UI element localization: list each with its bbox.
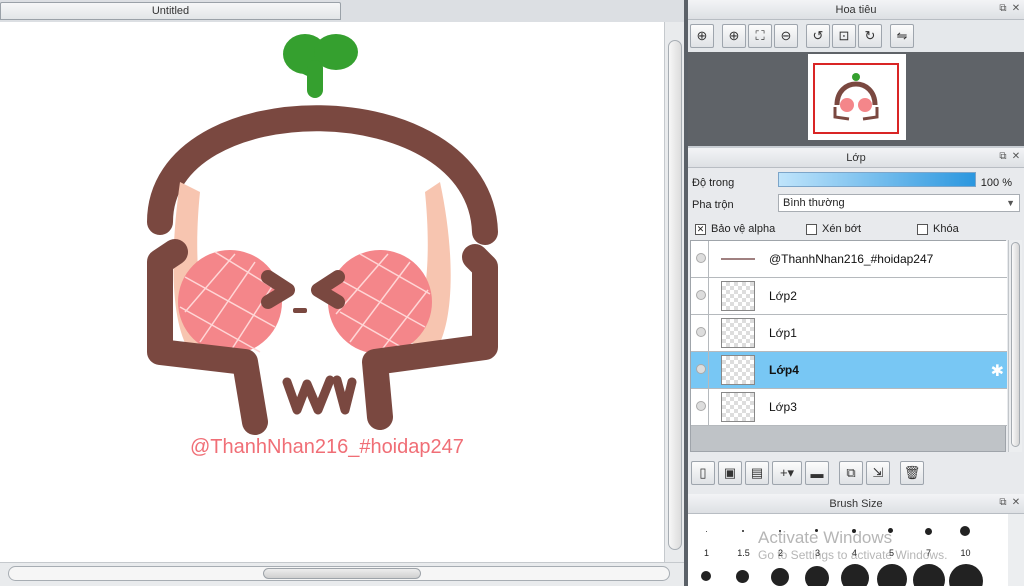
layer-panel-title: Lớp [846,152,866,164]
horizontal-scroll-track[interactable] [8,566,670,581]
fit-frame-icon[interactable]: ⊡ [832,24,856,48]
layer-thumbnail [721,258,755,260]
blend-mode-select[interactable]: Bình thường ▼ [778,194,1020,212]
clipping-checkbox[interactable]: Xén bớt [806,223,861,235]
rotate-left-icon[interactable]: ↺ [806,24,830,48]
checkbox-icon [806,223,817,235]
layer-list: @ThanhNhan216_#hoidap247 Lớp2 Lớp1 Lớp4 … [690,240,1007,452]
close-icon[interactable]: ✕ [1011,152,1021,162]
canvas-horizontal-scrollbar[interactable] [0,562,684,586]
canvas-vertical-scrollbar[interactable] [664,22,684,562]
layer-panel: Lớp ⧉ ✕ Độ trong 100 % Pha trộn Bình thườ… [688,148,1024,494]
brush-header: Brush Size ⧉ ✕ [688,494,1024,514]
layer-row[interactable]: Lớp3 [691,389,1007,426]
clipping-label: Xén bớt [822,223,862,235]
watermark-title: Activate Windows [758,528,893,547]
layer-row[interactable]: @ThanhNhan216_#hoidap247 [691,241,1007,278]
opacity-row: Độ trong 100 % [688,172,1024,194]
lock-checkbox[interactable]: Khóa [917,223,959,235]
gear-icon[interactable]: ✱ [991,361,1004,381]
layer-name: Lớp1 [769,326,797,340]
blend-label: Pha trộn [692,199,734,211]
layer-thumbnail [721,281,755,311]
merge-layer-icon[interactable]: ⇲ [866,461,890,485]
add-layer-menu-icon[interactable]: +▾ [772,461,802,485]
blend-value: Bình thường [783,197,845,209]
layer-scroll-thumb[interactable] [1011,242,1020,447]
visibility-toggle[interactable] [696,253,706,263]
layer-name: Lớp4 [769,363,799,377]
undock-icon[interactable]: ⧉ [998,498,1008,508]
layer-list-scrollbar[interactable] [1008,240,1022,452]
watermark-subtitle: Go to Settings to activate Windows. [758,548,948,562]
protect-alpha-label: Bảo vệ alpha [711,223,776,235]
artwork [147,34,498,435]
trash-icon[interactable]: 🗑 [900,461,924,485]
fit-icon[interactable]: ⛶ [748,24,772,48]
canvas-area: Untitled @ThanhNhan216_#hoidap247 [0,0,684,586]
close-icon[interactable]: ✕ [1011,498,1021,508]
blend-row: Pha trộn Bình thường ▼ [688,194,1024,216]
zoom-fit-icon[interactable]: ⊕ [690,24,714,48]
brush-scrollbar[interactable] [1008,514,1024,586]
protect-alpha-checkbox[interactable]: ✕ Bảo vệ alpha [695,223,775,235]
layer-row-selected[interactable]: Lớp4 ✱ [691,352,1007,389]
visibility-toggle[interactable] [696,364,706,374]
rotate-right-icon[interactable]: ↻ [858,24,882,48]
visibility-toggle[interactable] [696,401,706,411]
zoom-in-icon[interactable]: ⊕ [722,24,746,48]
opacity-value: 100 % [980,177,1012,189]
opacity-slider[interactable] [778,172,976,187]
layer-name: @ThanhNhan216_#hoidap247 [769,252,934,266]
drawing-canvas[interactable]: @ThanhNhan216_#hoidap247 [0,22,664,562]
flip-icon[interactable]: ⇋ [890,24,914,48]
duplicate-layer-icon[interactable]: ⧉ [839,461,863,485]
visibility-toggle[interactable] [696,327,706,337]
folder-icon[interactable]: ▬ [805,461,829,485]
visibility-toggle[interactable] [696,290,706,300]
opacity-label: Độ trong [692,177,735,189]
lock-label: Khóa [933,223,959,235]
brush-size-option[interactable]: 1 [688,514,725,586]
layer-header: Lớp ⧉ ✕ [688,148,1024,168]
layer-thumbnail [721,392,755,422]
layer-thumbnail [721,318,755,348]
new-layer-icon[interactable]: ▯ [691,461,715,485]
horizontal-scroll-thumb[interactable] [263,568,421,579]
activation-watermark: Activate Windows Go to Settings to activ… [758,528,947,562]
navigator-toolbar: ⊕ ⊕ ⛶ ⊖ ↺ ⊡ ↻ ⇋ [688,20,1024,52]
undock-icon[interactable]: ⧉ [998,4,1008,14]
chevron-down-icon: ▼ [1006,198,1015,208]
new-vector-layer-icon[interactable]: ▤ [745,461,769,485]
undock-icon[interactable]: ⧉ [998,152,1008,162]
layer-options-row: ✕ Bảo vệ alpha Xén bớt Khóa [688,218,1024,240]
checkbox-icon [917,223,928,235]
brush-size-option[interactable]: 10 [947,514,984,586]
layer-name: Lớp3 [769,400,797,414]
view-frame[interactable] [813,63,899,134]
vertical-scroll-thumb[interactable] [668,40,682,550]
navigator-header: Hoa tiêu ⧉ ✕ [688,0,1024,20]
brush-panel-title: Brush Size [829,498,883,510]
credit-text: @ThanhNhan216_#hoidap247 [190,436,464,458]
navigator-thumbnail [808,54,906,140]
new-raster-layer-icon[interactable]: ▣ [718,461,742,485]
layer-row[interactable]: Lớp1 [691,315,1007,352]
navigator-preview[interactable] [688,52,1024,146]
layer-thumbnail [721,355,755,385]
document-tab[interactable]: Untitled [0,2,341,20]
layer-name: Lớp2 [769,289,797,303]
navigator-panel: Hoa tiêu ⧉ ✕ ⊕ ⊕ ⛶ ⊖ ↺ ⊡ ↻ ⇋ [688,0,1024,146]
zoom-out-icon[interactable]: ⊖ [774,24,798,48]
navigator-title: Hoa tiêu [835,4,877,16]
brush-size-option[interactable]: 1.5 [725,514,762,586]
layer-row[interactable]: Lớp2 [691,278,1007,315]
checkbox-checked-icon: ✕ [695,223,706,235]
close-icon[interactable]: ✕ [1011,4,1021,14]
layer-toolbar: ▯ ▣ ▤ +▾ ▬ ⧉ ⇲ 🗑 [688,458,1024,488]
